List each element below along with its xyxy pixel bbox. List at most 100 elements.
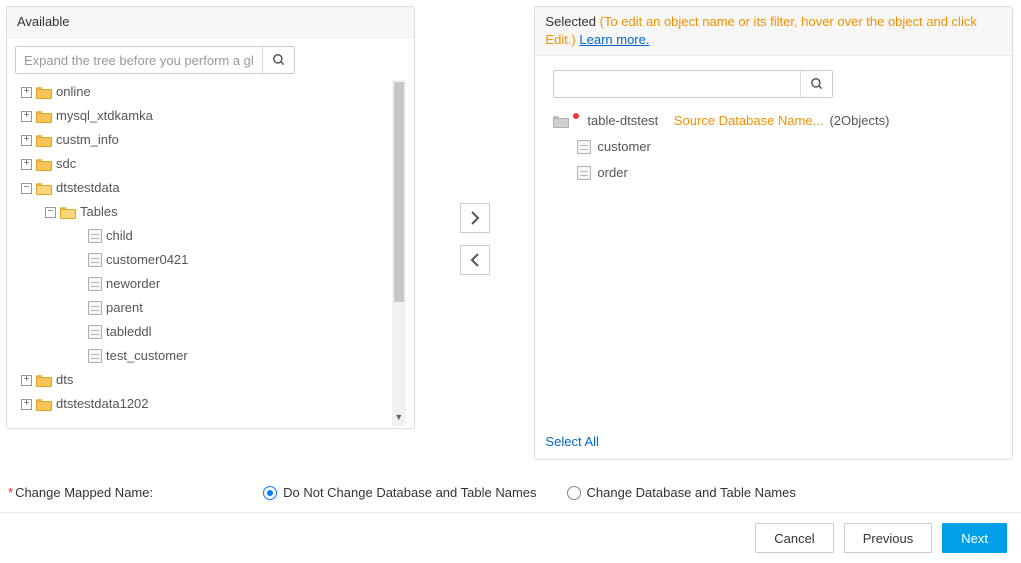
tree-item-dtstestdata1202[interactable]: dtstestdata1202 <box>15 392 392 416</box>
tree-label: child <box>106 224 133 248</box>
radio-icon <box>567 486 581 500</box>
spacer <box>73 231 84 242</box>
available-title: Available <box>17 14 70 29</box>
modified-indicator-icon <box>573 113 579 119</box>
search-icon <box>272 53 286 67</box>
search-icon <box>810 77 824 91</box>
tree-item-customer0421[interactable]: customer0421 <box>15 248 392 272</box>
table-icon <box>577 166 591 180</box>
previous-button[interactable]: Previous <box>844 523 933 553</box>
tree-label: dts <box>56 368 73 392</box>
table-icon <box>577 140 591 154</box>
folder-icon <box>36 134 52 147</box>
scroll-down-icon[interactable]: ▼ <box>392 410 406 424</box>
table-icon <box>88 325 102 339</box>
tree-item-sdc[interactable]: sdc <box>15 152 392 176</box>
selected-root-note: Source Database Name... <box>674 108 824 134</box>
folder-icon <box>36 110 52 123</box>
selected-item-customer[interactable]: customer <box>553 134 994 160</box>
available-tree: online mysql_xtdkamka custm_info <box>15 80 392 416</box>
tree-item-tables[interactable]: Tables <box>15 200 392 224</box>
selected-item-order[interactable]: order <box>553 160 994 186</box>
mapped-name-radio-group: Do Not Change Database and Table Names C… <box>263 485 796 500</box>
table-icon <box>88 301 102 315</box>
tree-item-custm-info[interactable]: custm_info <box>15 128 392 152</box>
change-mapped-name-label: *Change Mapped Name: <box>8 485 153 500</box>
tree-label: custm_info <box>56 128 119 152</box>
selected-title: Selected <box>545 14 596 29</box>
tree-label: neworder <box>106 272 160 296</box>
available-header: Available <box>7 7 414 38</box>
expand-icon[interactable] <box>21 159 32 170</box>
tree-item-neworder[interactable]: neworder <box>15 272 392 296</box>
spacer <box>73 279 84 290</box>
tree-label: customer0421 <box>106 248 188 272</box>
next-button[interactable]: Next <box>942 523 1007 553</box>
expand-icon[interactable] <box>21 375 32 386</box>
tree-label: Tables <box>80 200 118 224</box>
folder-icon <box>36 86 52 99</box>
radio-do-not-change[interactable]: Do Not Change Database and Table Names <box>263 485 536 500</box>
tree-item-dts[interactable]: dts <box>15 368 392 392</box>
radio-icon <box>263 486 277 500</box>
select-all-link[interactable]: Select All <box>545 434 598 449</box>
transfer-controls <box>415 6 535 471</box>
tree-item-online[interactable]: online <box>15 80 392 104</box>
radio-label: Change Database and Table Names <box>587 485 796 500</box>
tree-item-mysql-xtdkamka[interactable]: mysql_xtdkamka <box>15 104 392 128</box>
available-search-button[interactable] <box>262 47 294 73</box>
tree-label: parent <box>106 296 143 320</box>
available-scrollbar[interactable]: ▼ <box>392 80 406 426</box>
expand-icon[interactable] <box>21 87 32 98</box>
button-label: Previous <box>863 531 914 546</box>
radio-label: Do Not Change Database and Table Names <box>283 485 536 500</box>
tree-item-dtstestdata[interactable]: dtstestdata <box>15 176 392 200</box>
collapse-icon[interactable] <box>45 207 56 218</box>
spacer <box>73 255 84 266</box>
expand-icon[interactable] <box>21 111 32 122</box>
chevron-right-icon <box>469 210 481 226</box>
tree-label: dtstestdata1202 <box>56 392 149 416</box>
available-panel: Available online <box>6 6 415 429</box>
selected-root-label: table-dtstest <box>587 108 658 134</box>
tree-label: mysql_xtdkamka <box>56 104 153 128</box>
table-icon <box>88 349 102 363</box>
move-right-button[interactable] <box>460 203 490 233</box>
table-icon <box>88 253 102 267</box>
expand-icon[interactable] <box>21 399 32 410</box>
button-label: Cancel <box>774 531 814 546</box>
folder-open-icon <box>60 206 76 219</box>
tree-item-child[interactable]: child <box>15 224 392 248</box>
folder-icon <box>36 374 52 387</box>
spacer <box>73 303 84 314</box>
scrollbar-thumb[interactable] <box>394 82 404 302</box>
folder-icon <box>36 398 52 411</box>
radio-change[interactable]: Change Database and Table Names <box>567 485 796 500</box>
folder-icon <box>36 158 52 171</box>
tree-item-tableddl[interactable]: tableddl <box>15 320 392 344</box>
folder-open-icon <box>36 182 52 195</box>
chevron-left-icon <box>469 252 481 268</box>
table-icon <box>88 277 102 291</box>
tree-item-test-customer[interactable]: test_customer <box>15 344 392 368</box>
mapped-label-text: Change Mapped Name: <box>15 485 153 500</box>
available-search <box>15 46 295 74</box>
selected-search-input[interactable] <box>554 71 800 97</box>
cancel-button[interactable]: Cancel <box>755 523 833 553</box>
folder-icon <box>553 115 569 128</box>
selected-header: Selected (To edit an object name or its … <box>535 7 1012 56</box>
selected-root[interactable]: table-dtstest Source Database Name... (2… <box>553 108 994 134</box>
tree-label: dtstestdata <box>56 176 120 200</box>
selected-panel: Selected (To edit an object name or its … <box>534 6 1013 460</box>
tree-item-parent[interactable]: parent <box>15 296 392 320</box>
collapse-icon[interactable] <box>21 183 32 194</box>
learn-more-link[interactable]: Learn more. <box>579 32 649 47</box>
selected-item-label: customer <box>597 134 650 160</box>
tree-label: tableddl <box>106 320 152 344</box>
available-search-input[interactable] <box>16 47 262 73</box>
tree-label: test_customer <box>106 344 188 368</box>
button-label: Next <box>961 531 988 546</box>
expand-icon[interactable] <box>21 135 32 146</box>
selected-search-button[interactable] <box>800 71 832 97</box>
move-left-button[interactable] <box>460 245 490 275</box>
